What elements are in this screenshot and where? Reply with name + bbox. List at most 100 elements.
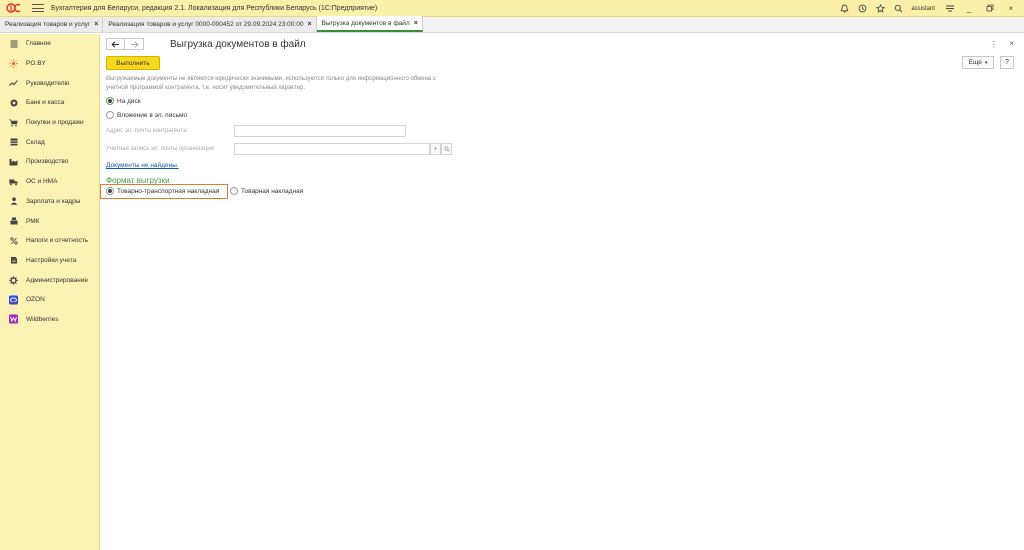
form-close-icon[interactable]: × [1009, 39, 1014, 48]
back-button[interactable] [106, 38, 125, 50]
sidebar-item-label: Зарплата и кадры [26, 197, 81, 205]
tab-export-documents[interactable]: Выгрузка документов в файл × [316, 16, 423, 32]
search-icon[interactable] [893, 3, 904, 14]
radio-label: Товарно-транспортная накладная [117, 187, 220, 195]
settings-menu-icon[interactable] [944, 3, 955, 14]
sun-icon [9, 59, 18, 68]
menu-list-icon [9, 39, 18, 48]
open-link-icon [444, 146, 450, 152]
coin-icon [9, 98, 18, 107]
sidebar-item-label: Склад [26, 138, 45, 146]
info-note: Выгружаемые документы не являются юридич… [106, 76, 436, 91]
sidebar: Главное PO.BY Руководителю Банк и касса … [0, 34, 100, 550]
email-field-label: Адрес эл. почты контрагента: [106, 128, 189, 134]
email-field[interactable] [234, 125, 406, 137]
minimize-button[interactable]: _ [962, 4, 976, 13]
arrow-right-icon [130, 40, 139, 48]
more-button[interactable]: Еще ▾ [962, 56, 994, 69]
sidebar-item-warehouse[interactable]: Склад [0, 132, 99, 152]
page-title: Выгрузка документов в файл [170, 39, 306, 50]
radio-button[interactable] [106, 111, 114, 119]
sidebar-item-label: Налоги и отчетность [26, 237, 89, 245]
documents-link[interactable]: Документы не найдены. [106, 162, 179, 169]
radio-button[interactable] [106, 97, 114, 105]
sidebar-item-label: ОС и НМА [26, 178, 58, 186]
tab-close-icon[interactable]: × [94, 21, 98, 28]
truck-icon [9, 177, 18, 186]
arrow-left-icon [111, 40, 119, 48]
radio-button[interactable] [230, 187, 238, 195]
sidebar-item-label: Банк и касса [26, 99, 65, 107]
sidebar-item-label: Настройки учета [26, 256, 77, 264]
sidebar-item-management[interactable]: Руководителю [0, 73, 99, 93]
chevron-down-icon: ▾ [434, 146, 437, 152]
destination-email-option[interactable]: Вложение в эл. письмо [106, 111, 187, 119]
star-icon[interactable] [875, 3, 886, 14]
tab-label: Выгрузка документов в файл [321, 19, 410, 27]
svg-text:1: 1 [9, 6, 13, 13]
sidebar-item-purchases-sales[interactable]: Покупки и продажи [0, 113, 99, 133]
person-icon [9, 197, 18, 206]
sidebar-item-accounting-settings[interactable]: Настройки учета [0, 251, 99, 271]
history-navigation [106, 38, 144, 50]
radio-label: На диск [117, 97, 141, 105]
radio-button[interactable] [106, 187, 114, 195]
destination-disk-option[interactable]: На диск [106, 97, 141, 105]
format-tn-option[interactable]: Товарная накладная [230, 187, 303, 195]
more-button-label: Еще [968, 59, 982, 66]
trend-icon [9, 79, 18, 88]
sidebar-item-label: Руководителю [26, 79, 70, 87]
tab-bar: Реализация товаров и услуг × Реализация … [0, 16, 1024, 33]
gear-icon [9, 275, 18, 285]
tab-label: Реализация товаров и услуг [5, 21, 91, 28]
sidebar-item-label: Главное [26, 40, 51, 48]
sidebar-item-administration[interactable]: Администрирование [0, 270, 99, 290]
account-field[interactable] [234, 143, 430, 155]
sidebar-item-label: РМК [26, 217, 40, 225]
wildberries-logo-icon [9, 314, 18, 324]
sidebar-item-label: Производство [26, 158, 69, 166]
sidebar-item-ozon[interactable]: OZON [0, 290, 99, 310]
chevron-down-icon: ▾ [984, 59, 988, 66]
history-icon[interactable] [857, 3, 868, 14]
tab-realization-document[interactable]: Реализация товаров и услуг 0000-000452 о… [103, 17, 317, 32]
sidebar-item-bank[interactable]: Банк и касса [0, 93, 99, 113]
tab-realization-list[interactable]: Реализация товаров и услуг × [0, 17, 104, 32]
run-button[interactable]: Выполнить [106, 56, 160, 70]
user-name[interactable]: assistant [911, 6, 935, 12]
sidebar-item-taxes[interactable]: Налоги и отчетность [0, 231, 99, 251]
sidebar-item-poby[interactable]: PO.BY [0, 54, 99, 74]
sidebar-item-salary[interactable]: Зарплата и кадры [0, 192, 99, 212]
sidebar-item-wildberries[interactable]: Wildberries [0, 310, 99, 330]
sidebar-item-rmk[interactable]: РМК [0, 211, 99, 231]
app-title: Бухгалтерия для Беларуси, редакция 2.1. … [51, 4, 378, 12]
tab-close-icon[interactable]: × [414, 20, 418, 27]
close-window-button[interactable]: × [1004, 4, 1018, 13]
export-form: Выгрузка документов в файл ⋮ × Выполнить… [100, 34, 1024, 550]
sidebar-item-fixed-assets[interactable]: ОС и НМА [0, 172, 99, 192]
1c-logo-icon: 1 [6, 3, 26, 14]
format-ttn-option[interactable]: Товарно-транспортная накладная [106, 187, 219, 195]
form-menu-icon[interactable]: ⋮ [990, 40, 998, 49]
title-bar: 1 Бухгалтерия для Беларуси, редакция 2.1… [0, 0, 1024, 17]
restore-button[interactable] [983, 4, 997, 14]
sidebar-item-label: PO.BY [26, 60, 46, 68]
warehouse-icon [9, 138, 18, 147]
radio-label: Вложение в эл. письмо [117, 111, 188, 119]
cart-icon [9, 118, 18, 127]
sidebar-item-label: Wildberries [26, 315, 59, 323]
account-field-label: Учетная запись эл. почты организации: [106, 146, 216, 152]
sidebar-item-label: OZON [26, 296, 45, 304]
main-menu-icon[interactable] [32, 3, 44, 13]
sidebar-item-main[interactable]: Главное [0, 34, 99, 54]
tab-close-icon[interactable]: × [307, 21, 311, 28]
register-icon [9, 217, 18, 226]
open-button[interactable] [441, 143, 452, 155]
percent-icon [9, 236, 18, 245]
sidebar-item-production[interactable]: Производство [0, 152, 99, 172]
dropdown-button[interactable]: ▾ [430, 143, 441, 155]
help-button[interactable]: ? [1000, 56, 1014, 69]
forward-button[interactable] [125, 38, 144, 50]
ozon-logo-icon [9, 295, 18, 305]
bell-icon[interactable] [839, 3, 850, 14]
